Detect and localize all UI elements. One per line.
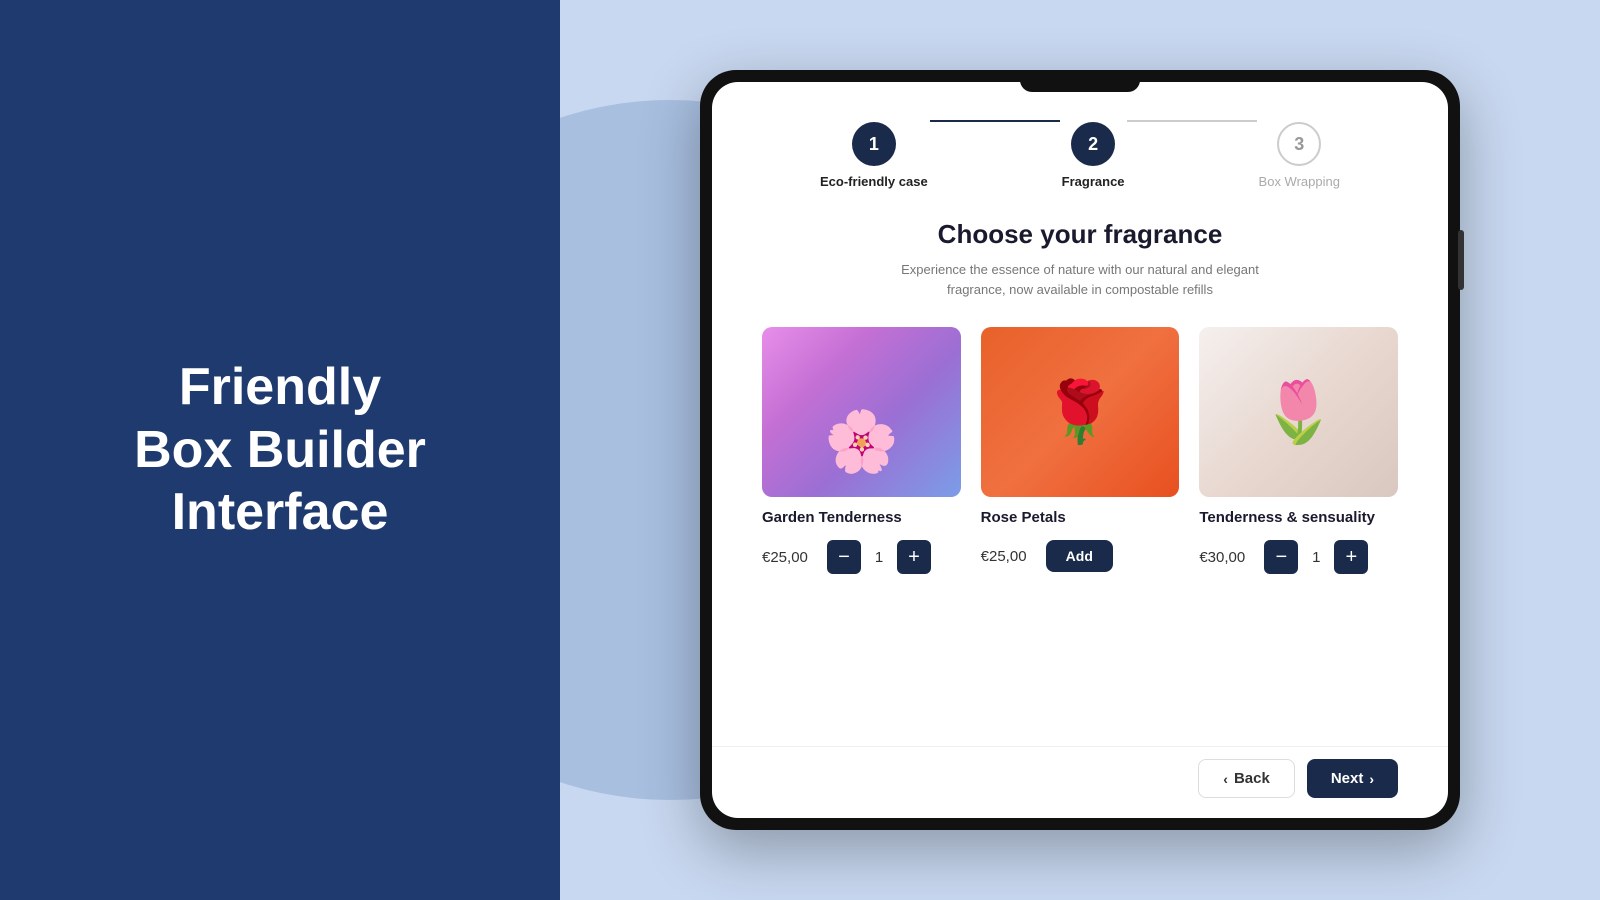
qty-garden: 1 [871, 549, 887, 566]
product-name-rose: Rose Petals [981, 509, 1180, 526]
product-card-garden: Garden Tenderness €25,00 − 1 + [762, 327, 961, 574]
title-line1: Friendly [179, 358, 381, 416]
stepper: 1 Eco-friendly case 2 [762, 122, 1398, 189]
increment-tenderness[interactable]: + [1334, 540, 1368, 574]
back-label: Back [1234, 770, 1270, 787]
product-card-rose: Rose Petals €25,00 Add [981, 327, 1180, 574]
chevron-left-icon: ‹ [1223, 771, 1228, 787]
product-controls-garden: €25,00 − 1 + [762, 540, 961, 574]
title-line3: Interface [172, 483, 389, 541]
product-name-tenderness: Tenderness & sensuality [1199, 509, 1398, 526]
back-button[interactable]: ‹ Back [1198, 759, 1295, 798]
title-line2: Box Builder [134, 421, 426, 479]
right-area: 1 Eco-friendly case 2 [560, 0, 1600, 900]
step-3-label: Box Wrapping [1259, 174, 1340, 189]
product-price-garden: €25,00 [762, 549, 817, 566]
step-line-1 [930, 120, 1060, 122]
product-card-tenderness: Tenderness & sensuality €30,00 − 1 + [1199, 327, 1398, 574]
increment-garden[interactable]: + [897, 540, 931, 574]
screen-content: 1 Eco-friendly case 2 [712, 82, 1448, 746]
step-3-group: 3 Box Wrapping [1259, 122, 1340, 189]
product-image-garden [762, 327, 961, 497]
chevron-right-icon: › [1369, 771, 1374, 787]
next-button[interactable]: Next › [1307, 759, 1398, 798]
step-2-label: Fragrance [1062, 174, 1125, 189]
main-title: Choose your fragrance [762, 219, 1398, 250]
tablet-top-bar [1020, 70, 1140, 92]
add-rose-button[interactable]: Add [1046, 540, 1113, 572]
step-1-group: 1 Eco-friendly case [820, 122, 928, 189]
product-price-tenderness: €30,00 [1199, 549, 1254, 566]
step-2-circle: 2 [1071, 122, 1115, 166]
qty-tenderness: 1 [1308, 549, 1324, 566]
next-label: Next [1331, 770, 1364, 787]
bottom-navigation: ‹ Back Next › [712, 746, 1448, 818]
product-image-rose [981, 327, 1180, 497]
product-controls-tenderness: €30,00 − 1 + [1199, 540, 1398, 574]
product-image-tenderness [1199, 327, 1398, 497]
decrement-garden[interactable]: − [827, 540, 861, 574]
tablet-screen: 1 Eco-friendly case 2 [712, 82, 1448, 818]
decrement-tenderness[interactable]: − [1264, 540, 1298, 574]
step-line-2 [1127, 120, 1257, 122]
step-1-label: Eco-friendly case [820, 174, 928, 189]
step-1-circle: 1 [852, 122, 896, 166]
step-3-circle: 3 [1277, 122, 1321, 166]
product-grid: Garden Tenderness €25,00 − 1 + Rose Peta… [762, 327, 1398, 574]
product-name-garden: Garden Tenderness [762, 509, 961, 526]
product-controls-rose: €25,00 Add [981, 540, 1180, 572]
step-2-group: 2 Fragrance [1062, 122, 1125, 189]
left-panel: Friendly Box Builder Interface [0, 0, 560, 900]
left-panel-title: Friendly Box Builder Interface [74, 356, 486, 543]
tablet-frame: 1 Eco-friendly case 2 [700, 70, 1460, 830]
main-subtitle: Experience the essence of nature with ou… [762, 260, 1398, 299]
tablet-side-button [1458, 230, 1464, 290]
product-price-rose: €25,00 [981, 548, 1036, 565]
